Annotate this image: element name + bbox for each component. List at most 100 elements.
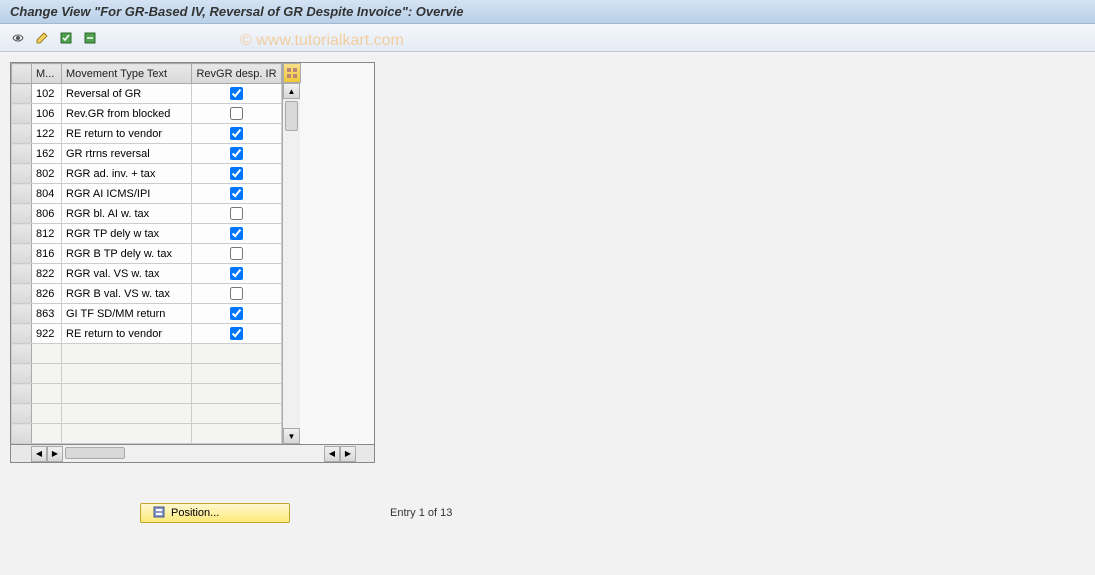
header-check[interactable]: RevGR desp. IR — [192, 64, 282, 84]
revgr-checkbox[interactable] — [230, 167, 243, 180]
cell-check[interactable] — [192, 124, 282, 144]
revgr-checkbox[interactable] — [230, 107, 243, 120]
cell-code[interactable]: 106 — [32, 104, 62, 124]
scroll-up-icon[interactable]: ▲ — [283, 83, 300, 99]
cell-code[interactable]: 822 — [32, 264, 62, 284]
cell-code[interactable]: 816 — [32, 244, 62, 264]
position-button[interactable]: Position... — [140, 503, 290, 523]
vertical-scrollbar[interactable]: ▲ ▼ — [282, 63, 300, 444]
cell-text[interactable]: RGR B val. VS w. tax — [62, 284, 192, 304]
revgr-checkbox[interactable] — [230, 127, 243, 140]
row-selector[interactable] — [12, 204, 32, 224]
revgr-checkbox[interactable] — [230, 227, 243, 240]
revgr-checkbox[interactable] — [230, 147, 243, 160]
cell-code[interactable]: 863 — [32, 304, 62, 324]
revgr-checkbox[interactable] — [230, 327, 243, 340]
scroll-right-icon[interactable]: ◀ — [324, 446, 340, 462]
row-selector[interactable] — [12, 304, 32, 324]
table-row[interactable]: 122 RE return to vendor — [12, 124, 282, 144]
cell-check[interactable] — [192, 144, 282, 164]
cell-text[interactable]: RGR val. VS w. tax — [62, 264, 192, 284]
cell-code[interactable]: 922 — [32, 324, 62, 344]
table-row[interactable]: 922 RE return to vendor — [12, 324, 282, 344]
row-selector[interactable] — [12, 84, 32, 104]
cell-text[interactable]: RGR ad. inv. + tax — [62, 164, 192, 184]
cell-check[interactable] — [192, 244, 282, 264]
cell-text[interactable]: RGR TP dely w tax — [62, 224, 192, 244]
cell-code[interactable]: 804 — [32, 184, 62, 204]
revgr-checkbox[interactable] — [230, 87, 243, 100]
hscroll-track[interactable] — [63, 445, 324, 462]
select-all-button[interactable] — [56, 28, 76, 48]
row-selector[interactable] — [12, 244, 32, 264]
row-selector[interactable] — [12, 224, 32, 244]
cell-text[interactable]: RGR B TP dely w. tax — [62, 244, 192, 264]
table-row[interactable]: 162 GR rtrns reversal — [12, 144, 282, 164]
scroll-down-icon[interactable]: ▼ — [283, 428, 300, 444]
revgr-checkbox[interactable] — [230, 267, 243, 280]
header-selector[interactable] — [12, 64, 32, 84]
cell-check[interactable] — [192, 104, 282, 124]
cell-check[interactable] — [192, 264, 282, 284]
cell-check[interactable] — [192, 184, 282, 204]
cell-check[interactable] — [192, 164, 282, 184]
row-selector[interactable] — [12, 124, 32, 144]
cell-text[interactable]: Rev.GR from blocked — [62, 104, 192, 124]
toggle-display-change-button[interactable] — [8, 28, 28, 48]
table-row[interactable]: 812 RGR TP dely w tax — [12, 224, 282, 244]
cell-code[interactable]: 812 — [32, 224, 62, 244]
row-selector[interactable] — [12, 164, 32, 184]
cell-text[interactable]: Reversal of GR — [62, 84, 192, 104]
header-code[interactable]: M... — [32, 64, 62, 84]
cell-check[interactable] — [192, 204, 282, 224]
cell-text[interactable]: RGR bl. AI w. tax — [62, 204, 192, 224]
table-row[interactable]: 102 Reversal of GR — [12, 84, 282, 104]
hscroll-thumb[interactable] — [65, 447, 125, 459]
cell-check[interactable] — [192, 324, 282, 344]
table-row[interactable]: 806 RGR bl. AI w. tax — [12, 204, 282, 224]
row-selector[interactable] — [12, 264, 32, 284]
vscroll-track[interactable] — [283, 99, 300, 428]
cell-code[interactable]: 806 — [32, 204, 62, 224]
table-config-icon[interactable] — [283, 63, 301, 83]
table-row[interactable]: 863 GI TF SD/MM return — [12, 304, 282, 324]
revgr-checkbox[interactable] — [230, 207, 243, 220]
table-row[interactable]: 106 Rev.GR from blocked — [12, 104, 282, 124]
cell-code[interactable]: 102 — [32, 84, 62, 104]
cell-code[interactable]: 162 — [32, 144, 62, 164]
header-text[interactable]: Movement Type Text — [62, 64, 192, 84]
revgr-checkbox[interactable] — [230, 247, 243, 260]
horizontal-scrollbar[interactable]: ◀ ▶ ◀ ▶ — [10, 445, 375, 463]
cell-text[interactable]: RE return to vendor — [62, 124, 192, 144]
row-selector[interactable] — [12, 284, 32, 304]
cell-text[interactable]: GI TF SD/MM return — [62, 304, 192, 324]
table-row[interactable]: 802 RGR ad. inv. + tax — [12, 164, 282, 184]
deselect-all-button[interactable] — [80, 28, 100, 48]
table-row[interactable]: 822 RGR val. VS w. tax — [12, 264, 282, 284]
vscroll-thumb[interactable] — [285, 101, 298, 131]
revgr-checkbox[interactable] — [230, 287, 243, 300]
table-row[interactable]: 804 RGR AI ICMS/IPI — [12, 184, 282, 204]
cell-text[interactable]: RE return to vendor — [62, 324, 192, 344]
row-selector[interactable] — [12, 144, 32, 164]
scroll-right-end-icon[interactable]: ▶ — [340, 446, 356, 462]
row-selector[interactable] — [12, 324, 32, 344]
revgr-checkbox[interactable] — [230, 307, 243, 320]
cell-check[interactable] — [192, 84, 282, 104]
row-selector[interactable] — [12, 184, 32, 204]
cell-check[interactable] — [192, 304, 282, 324]
cell-check[interactable] — [192, 224, 282, 244]
cell-code[interactable]: 826 — [32, 284, 62, 304]
table-row[interactable]: 826 RGR B val. VS w. tax — [12, 284, 282, 304]
scroll-left-icon[interactable]: ▶ — [47, 446, 63, 462]
table-row[interactable]: 816 RGR B TP dely w. tax — [12, 244, 282, 264]
cell-text[interactable]: GR rtrns reversal — [62, 144, 192, 164]
scroll-left-start-icon[interactable]: ◀ — [31, 446, 47, 462]
cell-code[interactable]: 802 — [32, 164, 62, 184]
cell-text[interactable]: RGR AI ICMS/IPI — [62, 184, 192, 204]
change-selected-button[interactable] — [32, 28, 52, 48]
revgr-checkbox[interactable] — [230, 187, 243, 200]
cell-check[interactable] — [192, 284, 282, 304]
row-selector[interactable] — [12, 104, 32, 124]
cell-code[interactable]: 122 — [32, 124, 62, 144]
